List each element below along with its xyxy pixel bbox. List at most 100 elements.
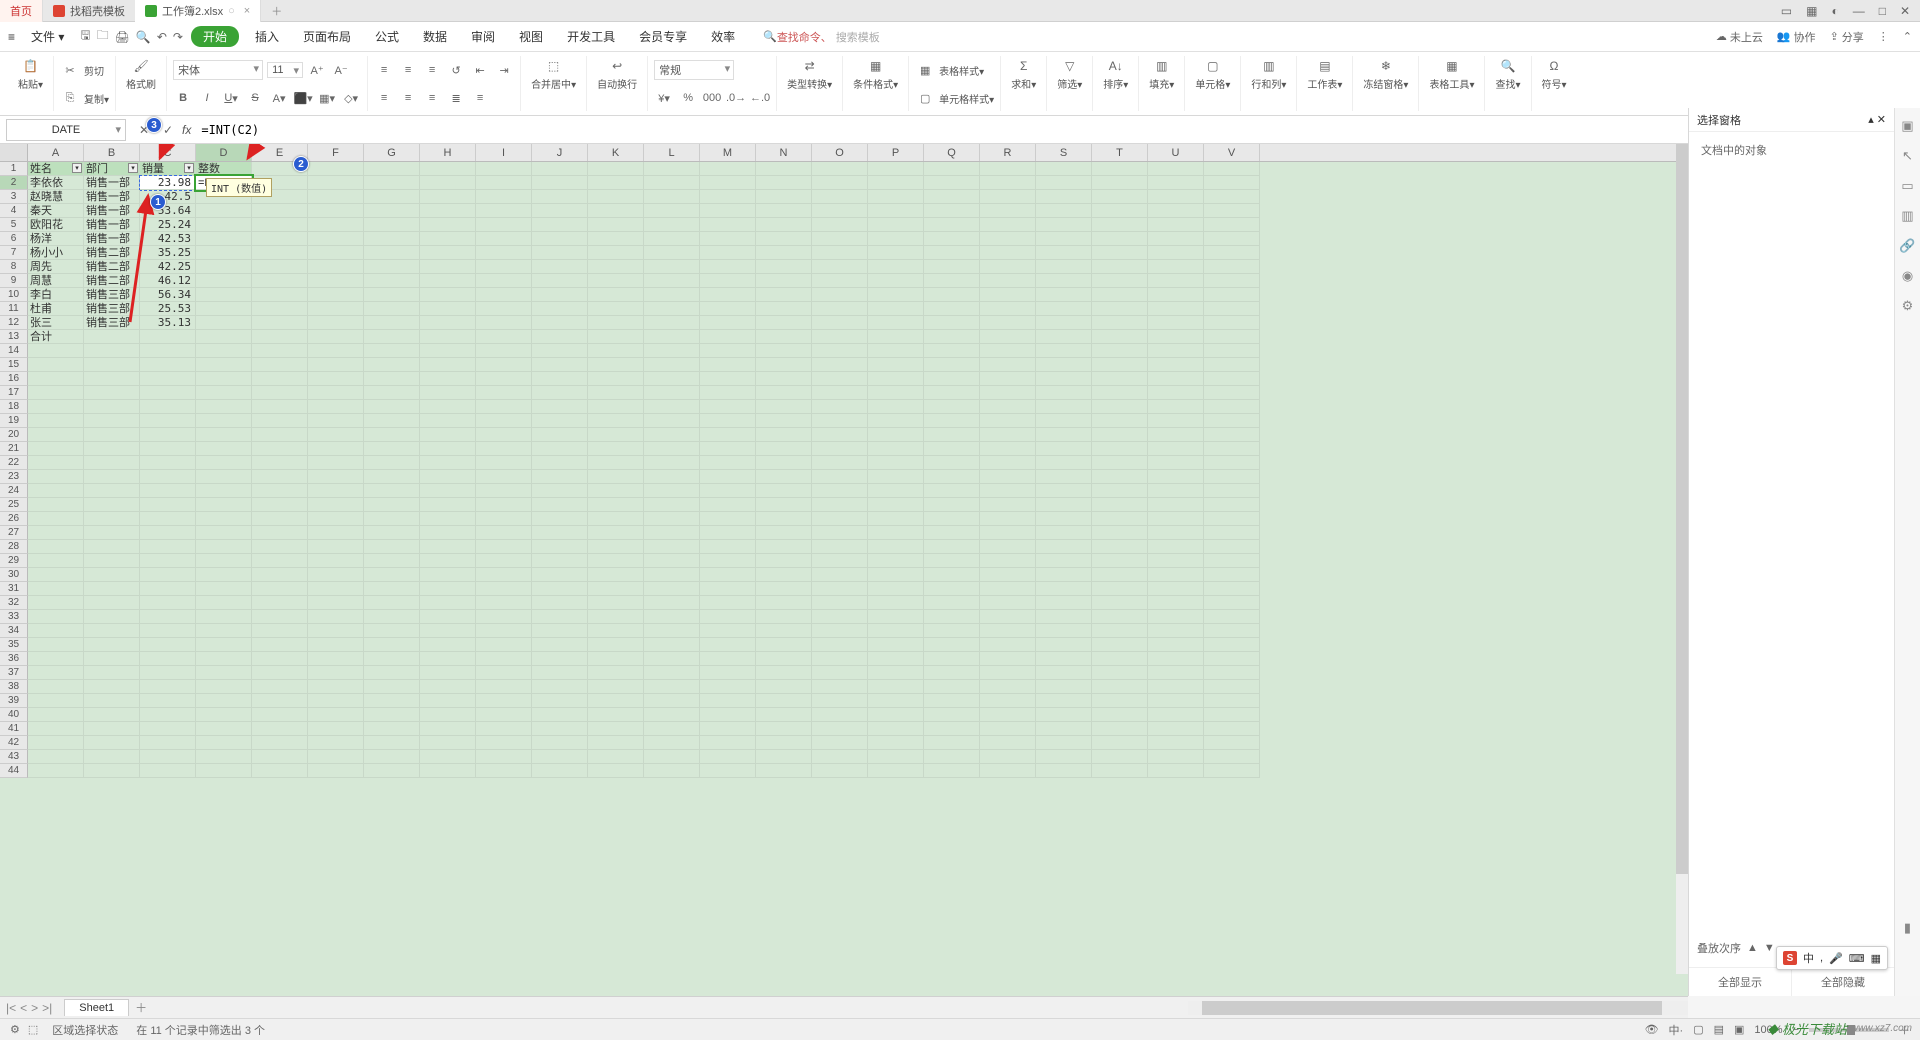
menu-start[interactable]: 开始	[191, 26, 239, 47]
cell[interactable]	[140, 750, 196, 764]
cell[interactable]	[252, 456, 308, 470]
cell[interactable]	[1204, 736, 1260, 750]
cell[interactable]	[420, 652, 476, 666]
cell[interactable]	[28, 526, 84, 540]
cell[interactable]: 销售一部	[84, 232, 140, 246]
cell[interactable]	[28, 652, 84, 666]
cell[interactable]	[980, 652, 1036, 666]
cell[interactable]	[588, 610, 644, 624]
hamburger-icon[interactable]: ≡	[8, 30, 15, 44]
row-header[interactable]: 33	[0, 610, 28, 624]
cell[interactable]	[924, 624, 980, 638]
cell[interactable]	[532, 708, 588, 722]
cell[interactable]	[476, 680, 532, 694]
cell[interactable]	[476, 344, 532, 358]
cell[interactable]	[252, 218, 308, 232]
cell[interactable]	[308, 540, 364, 554]
cell[interactable]	[532, 260, 588, 274]
cell[interactable]	[364, 526, 420, 540]
close-icon[interactable]: ✕	[1900, 4, 1910, 18]
cell[interactable]	[476, 624, 532, 638]
cell[interactable]	[28, 568, 84, 582]
cell[interactable]	[364, 666, 420, 680]
cell[interactable]	[420, 358, 476, 372]
cell[interactable]	[812, 764, 868, 778]
cell[interactable]	[1148, 428, 1204, 442]
cell[interactable]	[644, 358, 700, 372]
cell[interactable]	[476, 694, 532, 708]
cell[interactable]	[756, 610, 812, 624]
cell[interactable]	[924, 610, 980, 624]
cell[interactable]	[1204, 638, 1260, 652]
cell[interactable]	[1204, 456, 1260, 470]
cell[interactable]	[1204, 568, 1260, 582]
cell[interactable]	[308, 372, 364, 386]
col-header-V[interactable]: V	[1204, 144, 1260, 161]
cell[interactable]	[28, 358, 84, 372]
cell[interactable]	[1204, 764, 1260, 778]
cell[interactable]	[364, 414, 420, 428]
cell[interactable]	[532, 344, 588, 358]
cell[interactable]	[308, 666, 364, 680]
cell[interactable]	[756, 680, 812, 694]
cell[interactable]	[420, 274, 476, 288]
cell[interactable]	[700, 302, 756, 316]
cell[interactable]	[364, 470, 420, 484]
cell[interactable]	[364, 218, 420, 232]
cell[interactable]	[644, 330, 700, 344]
cell[interactable]	[28, 540, 84, 554]
cell[interactable]	[644, 456, 700, 470]
cell[interactable]	[364, 708, 420, 722]
cell[interactable]	[420, 218, 476, 232]
cell[interactable]	[308, 400, 364, 414]
cell[interactable]	[140, 722, 196, 736]
row-header[interactable]: 12	[0, 316, 28, 330]
row-header[interactable]: 19	[0, 414, 28, 428]
cell[interactable]	[1148, 610, 1204, 624]
cell[interactable]	[868, 204, 924, 218]
cell[interactable]	[756, 722, 812, 736]
cell[interactable]	[308, 624, 364, 638]
cell[interactable]	[84, 624, 140, 638]
cell[interactable]	[588, 582, 644, 596]
cell[interactable]	[868, 568, 924, 582]
cell-style-label[interactable]: 单元格样式▾	[939, 91, 994, 106]
menu-data[interactable]: 数据	[415, 25, 455, 48]
cell[interactable]	[980, 540, 1036, 554]
cell[interactable]	[644, 414, 700, 428]
cell[interactable]	[700, 498, 756, 512]
cell[interactable]	[588, 526, 644, 540]
cell[interactable]	[532, 624, 588, 638]
cell[interactable]	[588, 204, 644, 218]
cell[interactable]	[756, 218, 812, 232]
cell[interactable]	[196, 372, 252, 386]
cell[interactable]	[1204, 708, 1260, 722]
symbol-button[interactable]: Ω符号▾	[1538, 56, 1571, 91]
cell[interactable]	[252, 554, 308, 568]
cell[interactable]	[644, 512, 700, 526]
cell[interactable]	[476, 260, 532, 274]
cell[interactable]	[420, 288, 476, 302]
cell[interactable]	[644, 764, 700, 778]
cell[interactable]	[1036, 596, 1092, 610]
cell[interactable]	[1036, 484, 1092, 498]
cell[interactable]	[308, 708, 364, 722]
cell[interactable]	[588, 302, 644, 316]
cell[interactable]	[196, 442, 252, 456]
cell[interactable]	[812, 218, 868, 232]
cell[interactable]	[868, 232, 924, 246]
cell[interactable]	[364, 358, 420, 372]
cell[interactable]	[868, 414, 924, 428]
cell[interactable]	[252, 162, 308, 176]
cell[interactable]	[196, 596, 252, 610]
cell[interactable]	[924, 162, 980, 176]
cell[interactable]	[364, 540, 420, 554]
cell[interactable]	[140, 498, 196, 512]
cell[interactable]	[1036, 694, 1092, 708]
cell[interactable]	[140, 694, 196, 708]
cell[interactable]	[196, 400, 252, 414]
cell[interactable]	[1204, 316, 1260, 330]
tab-new[interactable]: ＋	[261, 0, 292, 22]
cell[interactable]	[532, 554, 588, 568]
ime-grid-icon[interactable]: ▦	[1871, 952, 1881, 965]
